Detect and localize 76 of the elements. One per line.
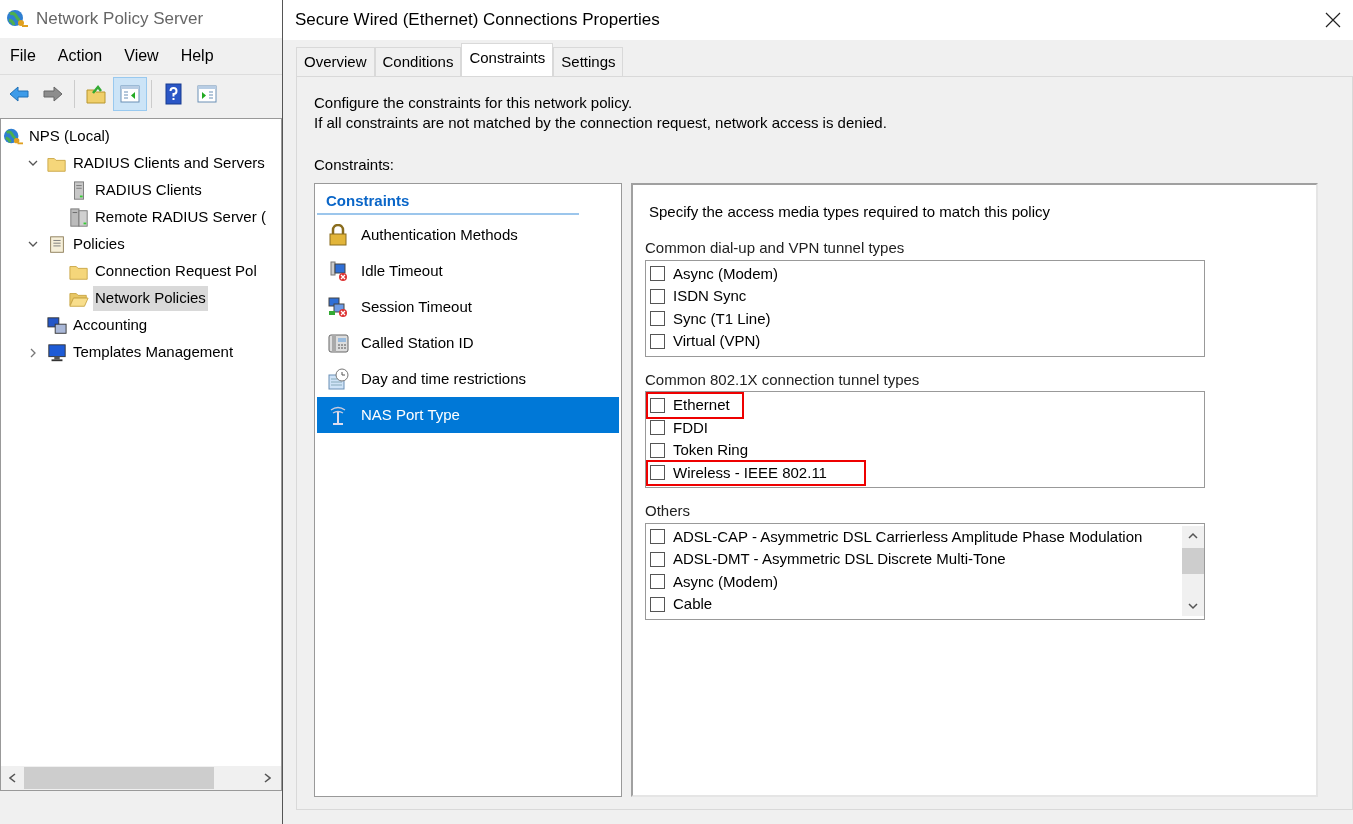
list-heading: Constraints bbox=[317, 189, 579, 215]
computers-error-icon bbox=[327, 296, 349, 318]
description-text: If all constraints are not matched by the connection request, network access is denied. bbox=[314, 113, 888, 133]
checkbox[interactable] bbox=[650, 465, 665, 481]
globe-key-icon bbox=[3, 126, 23, 147]
checkbox[interactable] bbox=[650, 529, 665, 545]
description-text: Configure the constraints for this network policy. bbox=[314, 93, 634, 113]
vertical-scrollbar[interactable] bbox=[1182, 525, 1204, 616]
menu-item[interactable]: Action bbox=[57, 44, 103, 68]
group-title: Others bbox=[645, 501, 691, 521]
checkbox[interactable] bbox=[650, 288, 665, 304]
computer-error-icon bbox=[327, 260, 349, 282]
calendar-clock-icon bbox=[327, 368, 349, 390]
window-title: Network Policy Server bbox=[36, 8, 204, 31]
dialog-title: Secure Wired (Ethernet) Connections Properties bbox=[295, 9, 660, 32]
tab[interactable]: Constraints bbox=[461, 42, 554, 76]
console-tree-icon bbox=[119, 82, 141, 105]
padlock-icon bbox=[327, 224, 349, 246]
constraint-item[interactable]: NAS Port Type bbox=[317, 397, 619, 433]
close-icon bbox=[1325, 12, 1341, 28]
constraint-item[interactable]: Idle Timeout bbox=[317, 253, 619, 289]
checkbox[interactable] bbox=[650, 551, 665, 567]
tree-item[interactable]: Remote RADIUS Server ( bbox=[93, 205, 268, 230]
tree-item[interactable]: Network Policies bbox=[93, 286, 208, 311]
tree-item[interactable]: Templates Management bbox=[71, 340, 236, 365]
checkbox[interactable] bbox=[650, 596, 665, 612]
checkbox-label: Async (Modem) bbox=[673, 571, 779, 592]
constraint-item[interactable]: Session Timeout bbox=[317, 289, 619, 325]
checkbox[interactable] bbox=[650, 574, 665, 590]
checkbox-label: Wireless - IEEE 802.11 bbox=[673, 462, 827, 483]
tree-item[interactable]: RADIUS Clients bbox=[93, 178, 204, 203]
action-pane-icon bbox=[196, 82, 218, 105]
tree-item[interactable]: Policies bbox=[71, 232, 127, 257]
tab[interactable]: Overview bbox=[296, 46, 375, 76]
checkbox[interactable] bbox=[650, 397, 665, 413]
telephone-icon bbox=[327, 332, 349, 354]
scroll-icon bbox=[47, 234, 67, 255]
constraints-label: Constraints: bbox=[314, 155, 396, 175]
checkbox-label: ADSL-CAP - Asymmetric DSL Carrierless Amplitude Phase Modulation bbox=[673, 526, 1143, 547]
constraint-item[interactable]: Day and time restrictions bbox=[317, 361, 619, 397]
checkbox-label: Ethernet bbox=[673, 395, 730, 415]
menu-item[interactable]: Help bbox=[180, 44, 214, 68]
scroll-right-icon bbox=[264, 773, 271, 783]
group-title: Common dial-up and VPN tunnel types bbox=[645, 238, 906, 258]
tree-item[interactable]: RADIUS Clients and Servers bbox=[71, 151, 267, 176]
group-title: Common 802.1X connection tunnel types bbox=[645, 369, 921, 390]
checkbox-label: FDDI bbox=[673, 417, 708, 438]
constraint-item[interactable]: Authentication Methods bbox=[317, 217, 619, 253]
tab[interactable]: Conditions bbox=[374, 46, 462, 76]
checkbox-label: ADSL-DMT - Asymmetric DSL Discrete Multi-Tone bbox=[673, 549, 1006, 569]
constraint-item[interactable]: Called Station ID bbox=[317, 325, 619, 361]
checkbox[interactable] bbox=[650, 266, 665, 282]
checkbox-label: Sync (T1 Line) bbox=[673, 308, 771, 329]
checkbox[interactable] bbox=[650, 442, 665, 458]
checkbox-label: Async (Modem) bbox=[673, 263, 779, 284]
instruction-text: Specify the access media types required to match this policy bbox=[649, 201, 1052, 222]
tree-item[interactable]: NPS (Local) bbox=[27, 124, 112, 149]
checkbox-label: ISDN Sync bbox=[673, 286, 747, 306]
checkbox-label: Token Ring bbox=[673, 440, 749, 460]
horizontal-scrollbar[interactable] bbox=[1, 766, 281, 790]
globe-key-icon bbox=[6, 8, 28, 30]
checkbox-label: Cable bbox=[673, 594, 713, 614]
tree-item[interactable]: Connection Request Pol bbox=[93, 259, 259, 284]
monitor-icon bbox=[47, 342, 67, 363]
checkbox-label: Virtual (VPN) bbox=[673, 331, 761, 351]
servers-icon bbox=[69, 207, 89, 228]
menu-item[interactable]: View bbox=[124, 44, 159, 68]
checkbox[interactable] bbox=[650, 333, 665, 349]
help-icon bbox=[162, 82, 184, 105]
checkbox[interactable] bbox=[650, 311, 665, 327]
computers-icon bbox=[47, 315, 67, 336]
checkbox[interactable] bbox=[650, 420, 665, 436]
tree-item[interactable]: Accounting bbox=[71, 313, 150, 338]
tab[interactable]: Settings bbox=[553, 46, 624, 76]
scroll-left-icon bbox=[9, 773, 16, 783]
menu-item[interactable]: File bbox=[10, 44, 36, 68]
